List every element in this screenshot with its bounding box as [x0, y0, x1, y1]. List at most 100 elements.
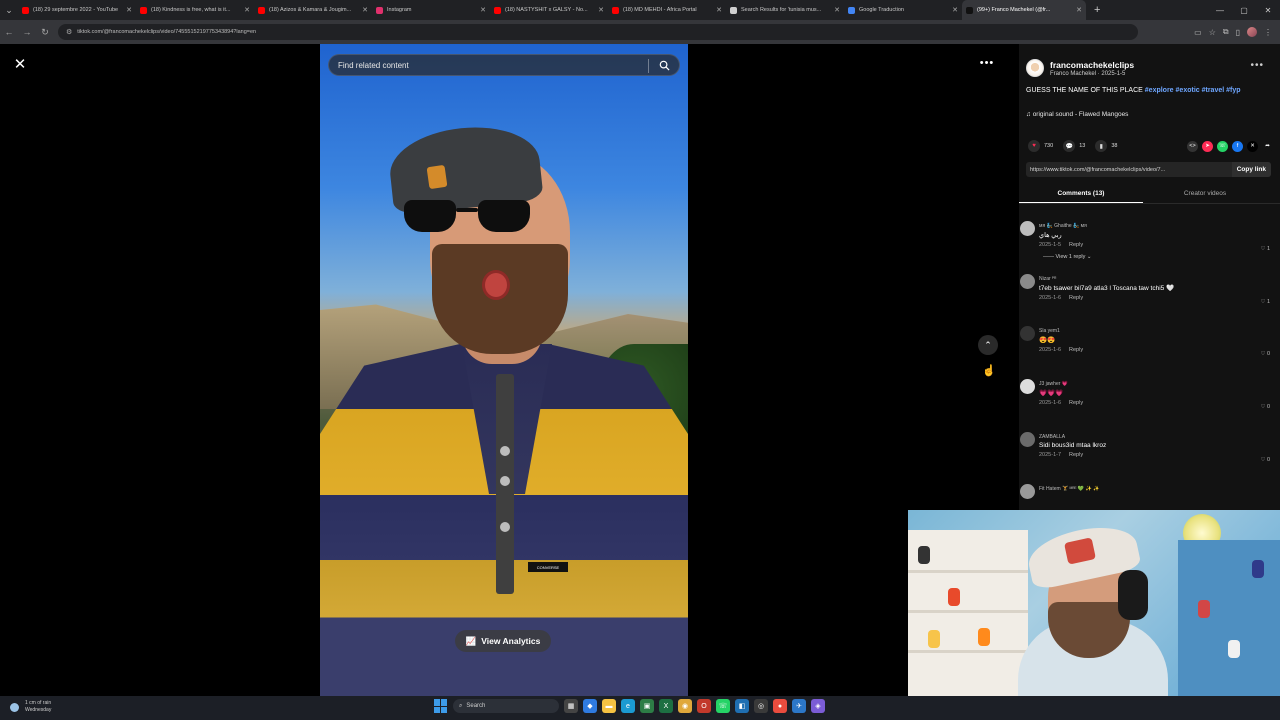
- reply-button[interactable]: Reply: [1069, 242, 1083, 248]
- widgets-icon[interactable]: ◆: [583, 699, 597, 713]
- whatsapp-icon[interactable]: ☏: [716, 699, 730, 713]
- previous-video-button[interactable]: ⌃: [978, 335, 998, 355]
- chrome-icon[interactable]: ◉: [678, 699, 692, 713]
- excel-icon[interactable]: X: [659, 699, 673, 713]
- commenter-avatar[interactable]: [1020, 326, 1035, 342]
- tab-search-icon[interactable]: ⌄: [0, 0, 18, 20]
- tab-close-icon[interactable]: ✕: [126, 6, 132, 14]
- tab-close-icon[interactable]: ✕: [480, 6, 486, 14]
- browser-tab[interactable]: (18) 29 septembre 2022 - YouTube ✕: [18, 0, 136, 20]
- edge-icon[interactable]: e: [621, 699, 635, 713]
- tab-close-icon[interactable]: ✕: [1076, 6, 1082, 14]
- commenter-name[interactable]: Fit Hatem 🏋 ᴹᴿᴱ 💚 ✨ ✨: [1039, 483, 1280, 492]
- commenter-name[interactable]: мя 🧞 Ghaithe 🧞 мя: [1039, 220, 1280, 229]
- commenter-name[interactable]: J3 jawher 💗: [1039, 378, 1280, 387]
- reply-button[interactable]: Reply: [1069, 347, 1083, 353]
- task-view-icon[interactable]: ▦: [564, 699, 578, 713]
- windows-start-icon[interactable]: [434, 699, 448, 713]
- site-info-icon[interactable]: ⚙: [66, 28, 72, 36]
- commenter-avatar[interactable]: [1020, 273, 1035, 289]
- search-icon[interactable]: [659, 60, 670, 71]
- weather-widget[interactable]: 1 cm of rain Wednesday: [10, 700, 51, 714]
- tab-creator-videos[interactable]: Creator videos: [1143, 184, 1267, 203]
- reply-button[interactable]: Reply: [1069, 400, 1083, 406]
- url-field[interactable]: ⚙ tiktok.com/@francomachekelclips/video/…: [58, 24, 1138, 40]
- commenter-avatar[interactable]: [1020, 221, 1035, 236]
- maximize-icon[interactable]: ▢: [1232, 0, 1256, 20]
- new-tab-button[interactable]: +: [1094, 4, 1100, 16]
- extensions-icon[interactable]: ⧉: [1223, 27, 1229, 37]
- comment-like[interactable]: ♡ 0: [1260, 351, 1270, 357]
- author-username[interactable]: francomachekelclips: [1050, 60, 1134, 70]
- commenter-avatar[interactable]: [1020, 484, 1035, 500]
- commenter-avatar[interactable]: [1020, 431, 1035, 447]
- tab-close-icon[interactable]: ✕: [244, 6, 250, 14]
- view-analytics-button[interactable]: 📈 View Analytics: [455, 630, 551, 652]
- reload-icon[interactable]: ↻: [36, 20, 54, 44]
- bookmark-star-icon[interactable]: ☆: [1209, 28, 1216, 37]
- reply-button[interactable]: Reply: [1069, 295, 1083, 301]
- share-arrow-icon[interactable]: ➦: [1262, 140, 1273, 152]
- panel-more-icon[interactable]: •••: [1250, 60, 1264, 71]
- commenter-name[interactable]: Sla yem1: [1039, 325, 1280, 334]
- tab-close-icon[interactable]: ✕: [952, 6, 958, 14]
- related-search-input[interactable]: Find related content: [328, 54, 680, 76]
- taskbar-search[interactable]: ⌕ Search: [453, 699, 559, 713]
- view-replies-button[interactable]: —— View 1 reply ⌄: [1039, 254, 1280, 260]
- browser-tab[interactable]: (18) Azizos & Kamara & Jougim... ✕: [254, 0, 372, 20]
- x-icon[interactable]: ✕: [1247, 140, 1258, 152]
- record-icon[interactable]: ●: [773, 699, 787, 713]
- copy-link-button[interactable]: Copy link: [1231, 162, 1271, 177]
- comment-like[interactable]: ♡ 1: [1260, 246, 1270, 252]
- store-icon[interactable]: ▣: [640, 699, 654, 713]
- browser-menu-icon[interactable]: ⋮: [1264, 28, 1272, 37]
- hashtag[interactable]: #travel: [1202, 87, 1225, 94]
- cast-icon[interactable]: ▭: [1194, 28, 1202, 37]
- profile-avatar[interactable]: [1247, 27, 1257, 37]
- embed-icon[interactable]: <>: [1187, 140, 1198, 152]
- like-button[interactable]: ♥ 730: [1028, 140, 1053, 152]
- app-icon-2[interactable]: ✈: [792, 699, 806, 713]
- comment-button[interactable]: 💬 13: [1063, 140, 1085, 152]
- tab-close-icon[interactable]: ✕: [834, 6, 840, 14]
- browser-tab[interactable]: (99+) Franco Machekel (@fr... ✕: [962, 0, 1086, 20]
- browser-tab[interactable]: Instagram ✕: [372, 0, 490, 20]
- close-window-icon[interactable]: ✕: [1256, 0, 1280, 20]
- file-explorer-icon[interactable]: ▬: [602, 699, 616, 713]
- app-icon-3[interactable]: ◈: [811, 699, 825, 713]
- video-player[interactable]: CONVERSE: [320, 44, 688, 696]
- browser-tab[interactable]: Search Results for 'tunisia mus... ✕: [726, 0, 844, 20]
- tab-comments[interactable]: Comments (13): [1019, 184, 1143, 203]
- tab-close-icon[interactable]: ✕: [716, 6, 722, 14]
- commenter-name[interactable]: ZAMBALLA: [1039, 431, 1280, 440]
- author-avatar[interactable]: [1026, 59, 1044, 77]
- tab-close-icon[interactable]: ✕: [598, 6, 604, 14]
- sidebar-icon[interactable]: ▯: [1236, 28, 1240, 37]
- hashtag[interactable]: #explore: [1145, 87, 1174, 94]
- forward-icon[interactable]: →: [18, 20, 36, 44]
- chrome-alt-icon[interactable]: ◎: [754, 699, 768, 713]
- comment-like[interactable]: ♡ 1: [1260, 299, 1270, 305]
- author-row[interactable]: francomachekelclips Franco Machekel · 20…: [1026, 59, 1134, 77]
- comment-like[interactable]: ♡ 0: [1260, 404, 1270, 410]
- app-icon[interactable]: ◧: [735, 699, 749, 713]
- send-to-friends-icon[interactable]: ➤: [1202, 140, 1213, 152]
- browser-tab[interactable]: Google Traduction ✕: [844, 0, 962, 20]
- sound-link[interactable]: ♫ original sound - Flawed Mangoes: [1026, 111, 1128, 118]
- hashtag[interactable]: #fyp: [1226, 87, 1240, 94]
- browser-tab[interactable]: (18) MD MEHDI - Africa Portal ✕: [608, 0, 726, 20]
- reply-button[interactable]: Reply: [1069, 452, 1083, 458]
- save-button[interactable]: ▮ 38: [1095, 140, 1117, 152]
- browser-tab[interactable]: (18) NASTYSHIT x GALSY - No... ✕: [490, 0, 608, 20]
- close-icon[interactable]: ✕: [11, 55, 29, 73]
- whatsapp-icon[interactable]: ☏: [1217, 140, 1228, 152]
- hashtag[interactable]: #exotic: [1176, 87, 1200, 94]
- comment-like[interactable]: ♡ 0: [1260, 457, 1270, 463]
- minimize-icon[interactable]: —: [1208, 0, 1232, 20]
- tab-close-icon[interactable]: ✕: [362, 6, 368, 14]
- commenter-name[interactable]: Nizar ᴾᴿ: [1039, 273, 1280, 282]
- more-options-icon[interactable]: •••: [977, 56, 997, 70]
- opera-icon[interactable]: O: [697, 699, 711, 713]
- commenter-avatar[interactable]: [1020, 379, 1035, 395]
- facebook-icon[interactable]: f: [1232, 140, 1243, 152]
